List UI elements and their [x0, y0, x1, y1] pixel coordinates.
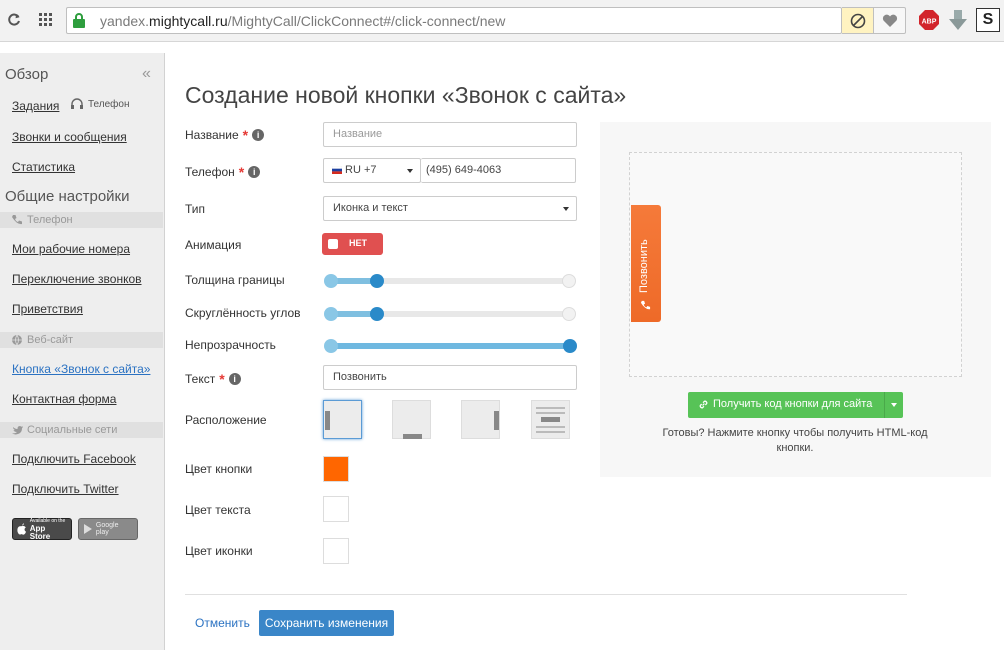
sidebar-section-overview: Обзор	[5, 66, 49, 83]
name-label: Название * i	[185, 127, 265, 143]
url-text: yandex.mightycall.ru/MightyCall/ClickCon…	[100, 13, 506, 29]
sidebar-item-call-button[interactable]: Кнопка «Звонок с сайта»	[12, 362, 150, 376]
globe-icon	[12, 334, 22, 346]
download-icon[interactable]	[947, 9, 969, 31]
sidebar-item-call-switching[interactable]: Переключение звонков	[12, 272, 142, 286]
headset-icon	[71, 98, 83, 109]
save-button[interactable]: Сохранить изменения	[259, 610, 394, 636]
chevron-down-icon	[891, 403, 897, 407]
google-play-badge[interactable]: Google play	[78, 518, 138, 540]
opacity-slider[interactable]	[324, 339, 577, 353]
twitter-bird-icon	[12, 426, 23, 435]
animation-toggle[interactable]: НЕТ	[322, 233, 383, 255]
position-inline-option[interactable]	[531, 400, 570, 439]
extension-s-icon[interactable]: S	[976, 8, 1000, 32]
toggle-knob	[328, 239, 338, 249]
divider	[185, 594, 907, 595]
preview-frame	[629, 152, 962, 377]
heart-icon[interactable]	[874, 7, 906, 34]
sidebar-group-social: Социальные сети	[0, 422, 163, 438]
type-label: Тип	[185, 202, 206, 216]
text-color-swatch[interactable]	[323, 496, 349, 522]
sidebar-group-website: Веб-сайт	[0, 332, 163, 348]
slider-fill	[329, 343, 570, 349]
phone-label: Телефон * i	[185, 164, 261, 180]
apps-grid-icon[interactable]	[34, 8, 58, 32]
sidebar: Обзор « Задания Телефон Звонки и сообщен…	[0, 53, 165, 650]
sidebar-item-calls-messages[interactable]: Звонки и сообщения	[12, 130, 127, 144]
chevron-down-icon	[563, 207, 569, 211]
position-label: Расположение	[185, 413, 267, 427]
get-code-dropdown[interactable]	[884, 392, 903, 418]
slider-min-handle	[324, 274, 338, 288]
sidebar-item-statistics[interactable]: Статистика	[12, 160, 75, 174]
apple-icon	[17, 523, 27, 535]
animation-label: Анимация	[185, 238, 242, 252]
border-width-label: Толщина границы	[185, 273, 285, 287]
info-icon[interactable]: i	[252, 129, 265, 141]
block-icon[interactable]	[842, 7, 874, 34]
collapse-sidebar-icon[interactable]: «	[142, 65, 151, 83]
sidebar-item-twitter[interactable]: Подключить Twitter	[12, 482, 119, 496]
name-input[interactable]: Название	[323, 122, 577, 147]
border-width-slider[interactable]	[324, 274, 576, 288]
phone-icon	[12, 215, 22, 225]
sidebar-group-phone: Телефон	[0, 212, 163, 228]
slider-max-handle	[562, 307, 576, 321]
slider-handle[interactable]	[370, 307, 385, 321]
sidebar-section-settings: Общие настройки	[5, 188, 130, 205]
svg-text:ABP: ABP	[922, 19, 937, 26]
app-store-badge[interactable]: Available on the App Store	[12, 518, 72, 541]
button-color-swatch[interactable]	[323, 456, 349, 482]
play-icon	[83, 524, 92, 534]
sidebar-item-tasks[interactable]: Задания	[12, 99, 59, 113]
text-label: Текст * i	[185, 371, 241, 387]
link-icon	[699, 400, 708, 408]
button-color-label: Цвет кнопки	[185, 462, 253, 476]
ready-hint: Готовы? Нажмите кнопку чтобы получить HT…	[662, 427, 928, 454]
slider-handle[interactable]	[370, 274, 385, 288]
opacity-label: Непрозрачность	[185, 338, 276, 352]
slider-max-handle	[562, 274, 576, 288]
chevron-down-icon	[407, 169, 413, 173]
country-code-select[interactable]: RU +7	[323, 158, 421, 183]
cancel-button[interactable]: Отменить	[195, 616, 250, 630]
slider-handle[interactable]	[563, 339, 577, 353]
corner-radius-label: Скруглённость углов	[185, 306, 301, 320]
phone-number-input[interactable]: (495) 649-4063	[421, 158, 576, 183]
position-right-option[interactable]	[461, 400, 500, 439]
type-select[interactable]: Иконка и текст	[323, 196, 577, 221]
phone-status: Телефон	[70, 98, 129, 110]
text-color-label: Цвет текста	[185, 503, 251, 517]
get-code-button[interactable]: Получить код кнопки для сайта	[688, 392, 903, 418]
sidebar-item-my-numbers[interactable]: Мои рабочие номера	[12, 242, 130, 256]
page-title: Создание новой кнопки «Звонок с сайта»	[185, 82, 627, 108]
adblock-icon[interactable]: ABP	[918, 9, 940, 31]
lock-icon	[73, 13, 85, 28]
address-bar[interactable]: yandex.mightycall.ru/MightyCall/ClickCon…	[66, 7, 842, 34]
corner-radius-slider[interactable]	[324, 307, 576, 321]
sidebar-item-contact-form[interactable]: Контактная форма	[12, 392, 116, 406]
info-icon[interactable]: i	[228, 373, 241, 385]
icon-color-swatch[interactable]	[323, 538, 349, 564]
browser-toolbar: yandex.mightycall.ru/MightyCall/ClickCon…	[0, 0, 1004, 42]
position-left-option[interactable]	[323, 400, 362, 439]
icon-color-label: Цвет иконки	[185, 544, 253, 558]
button-text-input[interactable]: Позвонить	[323, 365, 577, 390]
russia-flag-icon	[331, 165, 343, 174]
slider-min-handle	[324, 307, 338, 321]
sidebar-item-greetings[interactable]: Приветствия	[12, 302, 83, 316]
reload-icon[interactable]	[2, 8, 26, 32]
slider-min-handle	[324, 339, 338, 353]
sidebar-item-facebook[interactable]: Подключить Facebook	[12, 452, 136, 466]
info-icon[interactable]: i	[248, 166, 261, 178]
position-bottom-option[interactable]	[392, 400, 431, 439]
call-button-preview: Позвонить	[631, 205, 661, 322]
phone-icon	[640, 300, 651, 310]
